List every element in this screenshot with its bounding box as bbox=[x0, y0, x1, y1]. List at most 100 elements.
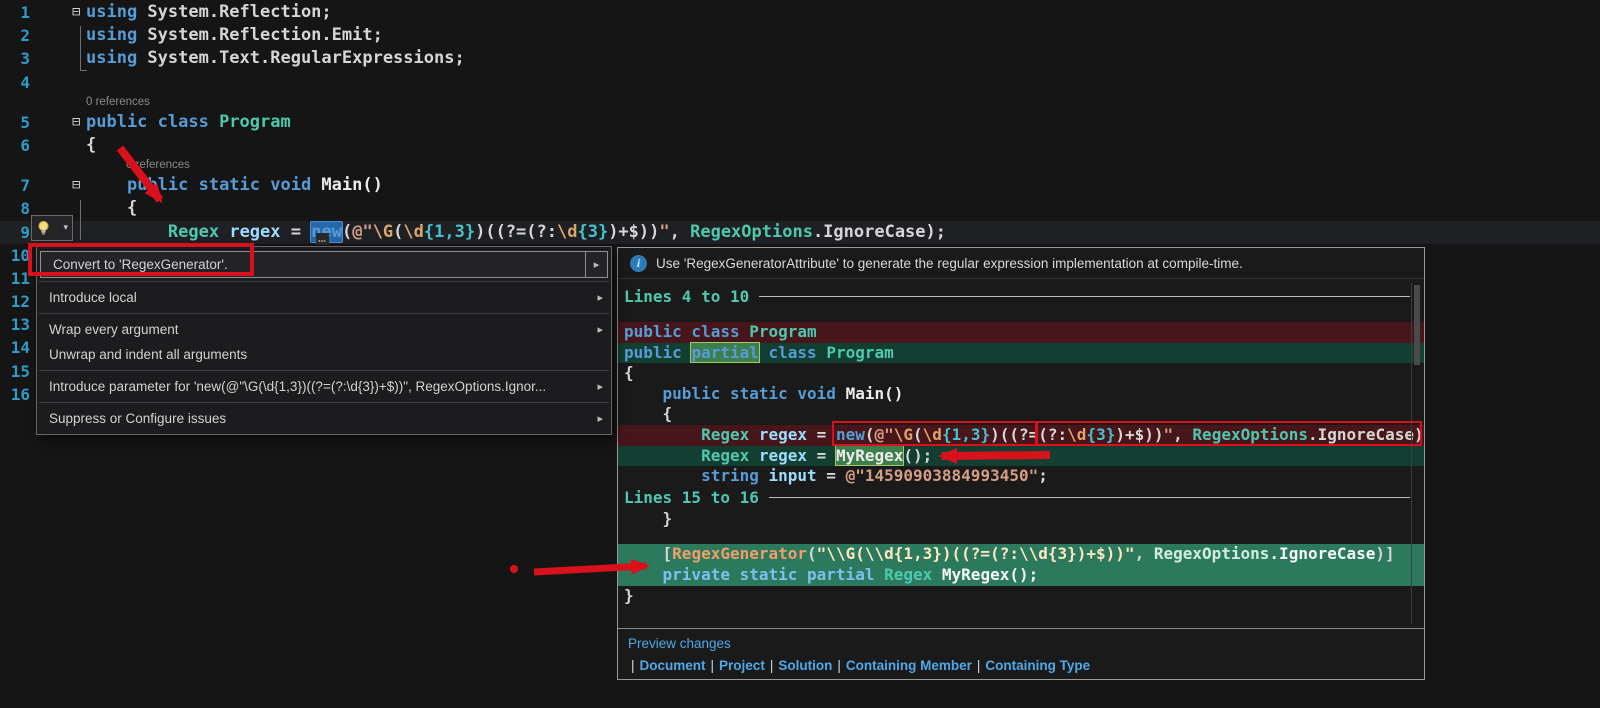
code-token: regex bbox=[758, 424, 808, 444]
codelens-label[interactable]: 0 references bbox=[86, 94, 150, 111]
menu-separator bbox=[39, 370, 609, 371]
menu-separator bbox=[39, 402, 609, 403]
code-token: System.Reflection.Emit; bbox=[147, 25, 383, 46]
code-token: private static partial bbox=[662, 564, 885, 584]
code-token: { bbox=[624, 404, 673, 424]
submenu-arrow-icon: ▸ bbox=[597, 413, 603, 425]
gutter: ⊟ bbox=[34, 174, 86, 197]
chevron-down-icon[interactable]: ▾ bbox=[63, 223, 68, 233]
diff-line-removed[interactable]: Regex regex = new(@"\G(\d{1,3})((?=(?:\d… bbox=[618, 424, 1424, 446]
code-token: " bbox=[1163, 424, 1174, 444]
lines-separator: Lines 15 to 16 bbox=[618, 487, 1424, 509]
code-token: = bbox=[280, 221, 312, 242]
code-token: (); bbox=[903, 445, 933, 465]
codelens-references[interactable]: 0 references bbox=[0, 157, 1600, 174]
menu-item-unwrap-and-indent[interactable]: Unwrap and indent all arguments bbox=[37, 342, 611, 367]
fold-collapse-icon[interactable]: ⊟ bbox=[72, 1, 80, 24]
code-text: using System.Reflection.Emit; bbox=[86, 24, 1600, 47]
code-token: )+$)) bbox=[1115, 424, 1164, 444]
diff-block-added[interactable]: private static partial Regex MyRegex(); bbox=[618, 564, 1424, 586]
diff-block-added[interactable]: [RegexGenerator("\\G(\\d{1,3})((?=(?:\\d… bbox=[618, 544, 1424, 565]
scope-link-containing-member[interactable]: Containing Member bbox=[846, 658, 972, 673]
code-token: \G bbox=[372, 221, 394, 242]
line-number: 13 bbox=[10, 315, 30, 335]
editor-line[interactable]: 6 { bbox=[0, 134, 1600, 157]
code-token: @" bbox=[874, 424, 894, 444]
code-token: System.Reflection; bbox=[147, 2, 332, 22]
code-token: input bbox=[768, 466, 817, 486]
quick-action-ellipsis-hint[interactable]: … bbox=[316, 232, 329, 245]
code-text: Regex regex = new(@"\G(\d{1,3})((?=(?:\d… bbox=[86, 220, 1600, 244]
code-token: = bbox=[807, 424, 836, 444]
info-icon: i bbox=[630, 254, 647, 272]
editor-line[interactable]: 1 ⊟ using System.Reflection; bbox=[0, 1, 1600, 24]
code-token: Main() bbox=[845, 383, 904, 403]
code-token: public class bbox=[86, 111, 220, 132]
code-token: Program bbox=[826, 342, 894, 362]
editor-line[interactable]: 5 ⊟ public class Program bbox=[0, 111, 1600, 134]
diff-line-added[interactable]: Regex regex = MyRegex(); bbox=[618, 444, 1424, 467]
line-number: 9 bbox=[20, 222, 30, 242]
scope-link-containing-type[interactable]: Containing Type bbox=[985, 658, 1090, 673]
code-token: regex bbox=[229, 221, 281, 242]
preview-code-line[interactable]: { bbox=[618, 363, 1424, 384]
gutter bbox=[34, 134, 86, 157]
preview-code-line[interactable]: } bbox=[618, 586, 1424, 607]
preview-scrollbar[interactable] bbox=[1411, 283, 1421, 624]
code-token: = bbox=[807, 445, 836, 465]
quick-actions-lightbulb[interactable]: ▾ bbox=[31, 215, 73, 241]
code-text: public static void Main() bbox=[86, 174, 1600, 197]
code-token: using bbox=[86, 48, 148, 69]
preview-blank-line bbox=[618, 529, 1424, 544]
code-text: using System.Text.RegularExpressions; bbox=[86, 47, 1600, 70]
code-token: MyRegex(); bbox=[941, 564, 1039, 584]
preview-changes-link[interactable]: Preview changes bbox=[628, 636, 1414, 651]
submenu-arrow-icon: ▸ bbox=[597, 292, 603, 304]
fold-collapse-icon[interactable]: ⊟ bbox=[72, 111, 80, 134]
preview-code-line[interactable]: } bbox=[618, 509, 1424, 530]
menu-item-introduce-local[interactable]: Introduce local ▸ bbox=[37, 285, 611, 310]
code-token: public class bbox=[624, 322, 750, 341]
line-number: 7 bbox=[20, 176, 30, 196]
scope-link-project[interactable]: Project bbox=[719, 658, 765, 673]
menu-item-convert-to-regexgenerator[interactable]: Convert to 'RegexGenerator'. ▸ bbox=[40, 251, 608, 278]
menu-item-wrap-every-argument[interactable]: Wrap every argument ▸ bbox=[37, 317, 611, 342]
code-text: { bbox=[86, 134, 1600, 157]
diff-line-removed[interactable]: public class Program bbox=[618, 322, 1424, 343]
diff-line-added[interactable]: public partial class Program bbox=[618, 341, 1424, 364]
scope-link-solution[interactable]: Solution bbox=[778, 658, 832, 673]
editor-line[interactable]: 4 bbox=[0, 71, 1600, 94]
code-token: Regex bbox=[701, 445, 750, 465]
refactoring-preview-pane: i Use 'RegexGeneratorAttribute' to gener… bbox=[617, 247, 1425, 680]
editor-line[interactable]: 2 using System.Reflection.Emit; bbox=[0, 24, 1600, 47]
editor-line[interactable]: 3 using System.Text.RegularExpressions; bbox=[0, 47, 1600, 70]
scope-link-document[interactable]: Document bbox=[640, 658, 706, 673]
editor-line[interactable]: 7 ⊟ public static void Main() bbox=[0, 174, 1600, 197]
code-token: class bbox=[768, 342, 827, 362]
gutter: ⊟ bbox=[34, 111, 86, 134]
scrollbar-thumb[interactable] bbox=[1414, 285, 1420, 365]
line-number: 14 bbox=[10, 338, 30, 358]
codelens-label[interactable]: 0 references bbox=[126, 157, 190, 174]
code-text: { bbox=[86, 197, 1600, 220]
preview-code-line[interactable]: string input = @"14590903884993450"; bbox=[618, 466, 1424, 487]
code-token: RegexGenerator bbox=[672, 544, 808, 564]
codelens-references[interactable]: 0 references bbox=[0, 94, 1600, 111]
preview-code-line[interactable]: public static void Main() bbox=[618, 384, 1424, 405]
lightbulb-icon bbox=[38, 220, 49, 235]
preview-code-line[interactable]: { bbox=[618, 404, 1424, 425]
editor-line[interactable]: 8 { bbox=[0, 197, 1600, 220]
code-token: MyRegex bbox=[834, 444, 905, 466]
code-token: RegexOptions bbox=[1153, 544, 1270, 564]
editor-line-current[interactable]: 9 Regex regex = new(@"\G(\d{1,3})((?=(?:… bbox=[0, 220, 1600, 244]
menu-item-suppress-or-configure[interactable]: Suppress or Configure issues ▸ bbox=[37, 406, 611, 431]
line-number: 16 bbox=[10, 384, 30, 404]
submenu-arrow-icon[interactable]: ▸ bbox=[585, 252, 607, 277]
code-token: ( bbox=[864, 424, 875, 444]
code-token: )((?=(?: bbox=[990, 424, 1068, 444]
code-token: using bbox=[86, 2, 148, 22]
menu-item-introduce-parameter[interactable]: Introduce parameter for 'new(@"\G(\d{1,3… bbox=[37, 374, 611, 399]
fold-collapse-icon[interactable]: ⊟ bbox=[72, 174, 80, 197]
